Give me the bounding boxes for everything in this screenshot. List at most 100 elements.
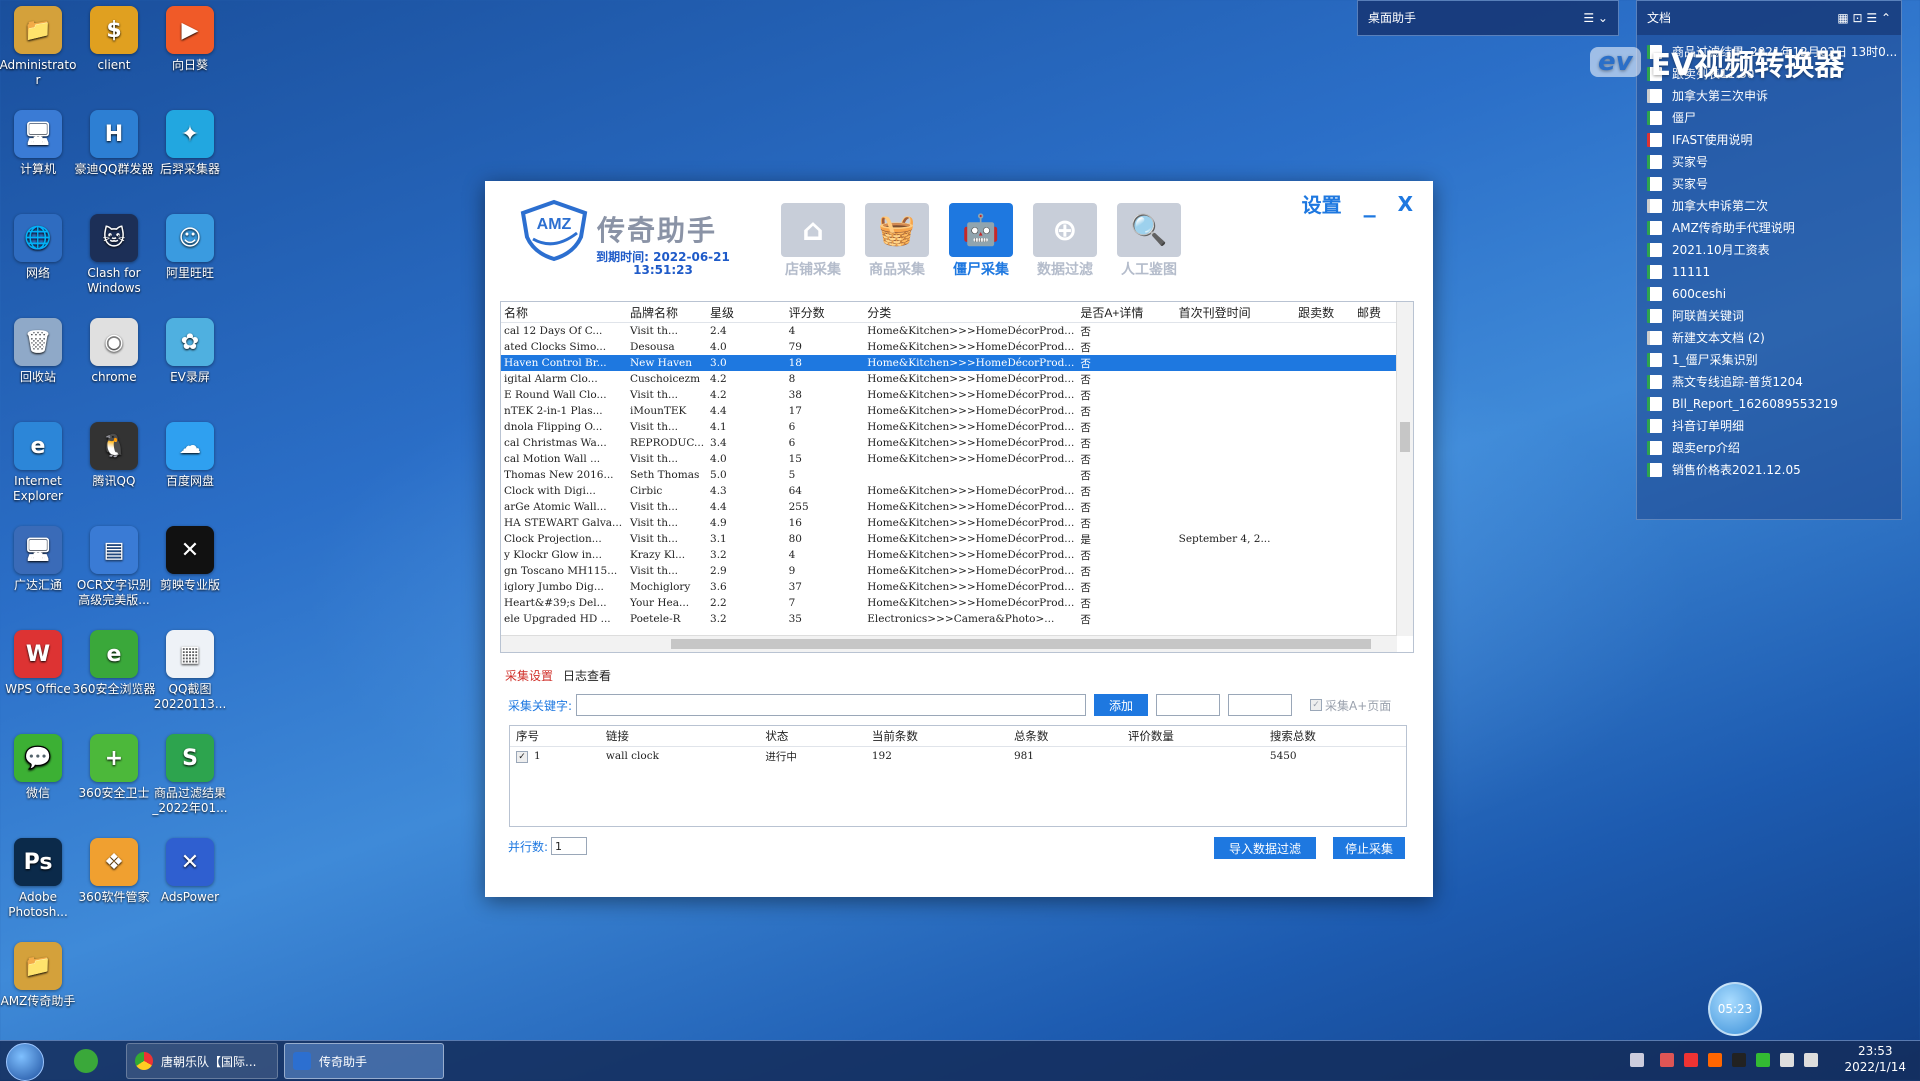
- extra-input-1[interactable]: [1156, 694, 1221, 716]
- recorder-timer[interactable]: 05:23: [1708, 982, 1762, 1036]
- add-button[interactable]: 添加: [1094, 694, 1149, 716]
- desktop-icon[interactable]: ▦ QQ截图20220113...: [148, 630, 232, 712]
- qq-tray-icon[interactable]: [1732, 1053, 1746, 1067]
- nav-basket[interactable]: 🧺 商品采集: [855, 203, 939, 279]
- aplus-option[interactable]: ✓ 采集A+页面: [1310, 697, 1391, 714]
- table-row[interactable]: cal Christmas Wa... REPRODUC... 3.4 6 Home&K…: [501, 435, 1413, 451]
- table-row[interactable]: E Round Wall Clo... Visit th... 4.2 38 Home&…: [501, 387, 1413, 403]
- keyboard-icon[interactable]: [1630, 1053, 1644, 1067]
- row-checkbox[interactable]: ✓: [516, 750, 528, 763]
- doc-list-item[interactable]: 加拿大第三次申诉: [1647, 85, 1901, 107]
- doc-list-item[interactable]: 抖音订单明细: [1647, 415, 1901, 437]
- doc-list-item[interactable]: 11111: [1647, 261, 1901, 283]
- desktop-icon[interactable]: 🌐 网络: [0, 214, 80, 281]
- clock[interactable]: 23:53 2022/1/14: [1844, 1043, 1906, 1075]
- desktop-icon[interactable]: 🐧 腾讯QQ: [72, 422, 156, 489]
- table-row[interactable]: ele Upgraded HD ... Poetele-R 3.2 35 Electro…: [501, 611, 1413, 627]
- scroll-thumb[interactable]: [1400, 422, 1410, 452]
- grid-vertical-scrollbar[interactable]: [1396, 302, 1413, 636]
- results-grid[interactable]: 名称 品牌名称 星级 评分数 分类 是否A+详情 首次刊登时间 跟卖数 邮费 cal 12 Da…: [500, 301, 1414, 653]
- column-header[interactable]: 是否A+详情: [1077, 302, 1176, 323]
- volume-icon[interactable]: [1804, 1053, 1818, 1067]
- desktop-icon[interactable]: ◉ chrome: [72, 318, 156, 385]
- column-header[interactable]: 首次刊登时间: [1175, 302, 1296, 323]
- table-row[interactable]: igital Alarm Clo... Cuschoicezm 4.2 8 Home&K…: [501, 371, 1413, 387]
- table-row[interactable]: arGe Atomic Wall... Visit th... 4.4 255 Home…: [501, 499, 1413, 515]
- import-filter-button[interactable]: 导入数据过滤: [1214, 837, 1316, 859]
- scroll-thumb[interactable]: [671, 639, 1371, 649]
- desktop-icon[interactable]: e 360安全浏览器: [72, 630, 156, 697]
- tab-0[interactable]: 采集设置: [505, 665, 553, 686]
- desktop-icon[interactable]: S 商品过滤结果_2022年01...: [148, 734, 232, 816]
- table-row[interactable]: Haven Control Br... New Haven 3.0 18 Home&Ki…: [501, 355, 1413, 371]
- desktop-icon[interactable]: 🖥 计算机: [0, 110, 80, 177]
- doc-list-item[interactable]: AMZ传奇助手代理说明: [1647, 217, 1901, 239]
- wps-tray-icon[interactable]: [1684, 1053, 1698, 1067]
- desk-helper-panel[interactable]: 桌面助手 ☰ ⌄: [1357, 0, 1619, 36]
- desktop-icon[interactable]: ▶ 向日葵: [148, 6, 232, 73]
- wechat-tray-icon[interactable]: [1756, 1053, 1770, 1067]
- table-row[interactable]: iglory Jumbo Dig... Mochiglory 3.6 37 Home&K…: [501, 579, 1413, 595]
- menu-icon[interactable]: ☰ ⌄: [1583, 1, 1608, 35]
- keyword-input[interactable]: [576, 694, 1087, 716]
- desktop-icon[interactable]: $ client: [72, 6, 156, 73]
- grid-horizontal-scrollbar[interactable]: [501, 635, 1397, 652]
- desktop-icon[interactable]: 🐱 Clash for Windows: [72, 214, 156, 296]
- table-row[interactable]: Clock with Digi... Cirbic 4.3 64 Home&Kitche…: [501, 483, 1413, 499]
- doc-list-item[interactable]: 600ceshi: [1647, 283, 1901, 305]
- table-row[interactable]: y Klockr Glow in... Krazy Kl... 3.2 4 Home&K…: [501, 547, 1413, 563]
- desktop-icon[interactable]: ✕ 剪映专业版: [148, 526, 232, 593]
- network-tray-icon[interactable]: [1780, 1053, 1794, 1067]
- table-row[interactable]: ✓ 1 wall clock 进行中 192 981 5450: [510, 747, 1406, 766]
- doc-list-item[interactable]: Bll_Report_1626089553219: [1647, 393, 1901, 415]
- table-row[interactable]: cal Motion Wall ... Visit th... 4.0 15 Home&…: [501, 451, 1413, 467]
- table-row[interactable]: Heart&#39;s Del... Your Hea... 2.2 7 Home&Ki…: [501, 595, 1413, 611]
- doc-list-item[interactable]: IFAST使用说明: [1647, 129, 1901, 151]
- aplus-checkbox[interactable]: ✓: [1310, 699, 1323, 711]
- column-header[interactable]: 品牌名称: [626, 302, 708, 323]
- doc-list-item[interactable]: 加拿大申诉第二次: [1647, 195, 1901, 217]
- close-button[interactable]: X: [1398, 192, 1413, 216]
- desktop-icon[interactable]: 📁 AMZ传奇助手: [0, 942, 80, 1009]
- nav-robot[interactable]: 🤖 僵尸采集: [939, 203, 1023, 279]
- start-button[interactable]: [6, 1043, 44, 1081]
- table-row[interactable]: gn Toscano MH115... Visit th... 2.9 9 Home&K…: [501, 563, 1413, 579]
- desktop-icon[interactable]: 💬 微信: [0, 734, 80, 801]
- column-header[interactable]: 星级: [707, 302, 786, 323]
- table-row[interactable]: Thomas New 2016... Seth Thomas 5.0 5 否: [501, 467, 1413, 483]
- column-header[interactable]: 跟卖数: [1295, 302, 1354, 323]
- column-header[interactable]: 分类: [864, 302, 1078, 323]
- doc-list-item[interactable]: 1_僵尸采集识别: [1647, 349, 1901, 371]
- desktop-icon[interactable]: e Internet Explorer: [0, 422, 80, 504]
- doc-list-item[interactable]: 销售价格表2021.12.05: [1647, 459, 1901, 481]
- doc-list-item[interactable]: 买家号: [1647, 173, 1901, 195]
- extra-input-2[interactable]: [1228, 694, 1293, 716]
- taskbar-item-chrome[interactable]: 唐朝乐队【国际...: [126, 1043, 278, 1079]
- table-row[interactable]: HA STEWART Galva... Visit th... 4.9 16 Home&…: [501, 515, 1413, 531]
- table-row[interactable]: dnola Flipping O... Visit th... 4.1 6 Home&K…: [501, 419, 1413, 435]
- desktop-icon[interactable]: ▤ OCR文字识别高级完美版...: [72, 526, 156, 608]
- table-row[interactable]: cal 12 Days Of C... Visit th... 2.4 4 Home&K…: [501, 323, 1413, 340]
- concurrency-input[interactable]: 1: [551, 837, 588, 855]
- desktop-icon[interactable]: ☁ 百度网盘: [148, 422, 232, 489]
- doc-list-item[interactable]: 2021.10月工资表: [1647, 239, 1901, 261]
- desktop-icon[interactable]: Ps Adobe Photosh...: [0, 838, 80, 920]
- desktop-icon[interactable]: W WPS Office: [0, 630, 80, 697]
- minimize-button[interactable]: _: [1364, 190, 1376, 218]
- table-row[interactable]: nTEK 2-in-1 Plas... iMounTEK 4.4 17 Home&Kit…: [501, 403, 1413, 419]
- desktop-icon[interactable]: ✕ AdsPower: [148, 838, 232, 905]
- sunflower-tray-icon[interactable]: [1708, 1053, 1722, 1067]
- table-row[interactable]: ated Clocks Simo... Desousa 4.0 79 Home&Kitc…: [501, 339, 1413, 355]
- desktop-icon[interactable]: ✿ EV录屏: [148, 318, 232, 385]
- settings-button[interactable]: 设置: [1302, 189, 1342, 218]
- desktop-icon[interactable]: ✦ 后羿采集器: [148, 110, 232, 177]
- doc-list-item[interactable]: 燕文专线追踪-普货1204: [1647, 371, 1901, 393]
- desktop-icon[interactable]: H 豪迪QQ群发器: [72, 110, 156, 177]
- taskbar-item-app[interactable]: 传奇助手: [284, 1043, 444, 1079]
- nav-target[interactable]: ⊕ 数据过滤: [1023, 203, 1107, 279]
- nav-shop[interactable]: ⌂ 店铺采集: [771, 203, 855, 279]
- desktop-icon[interactable]: ❖ 360软件管家: [72, 838, 156, 905]
- doc-list-item[interactable]: 新建文本文档 (2): [1647, 327, 1901, 349]
- desktop-icon[interactable]: +360安全卫士: [72, 734, 156, 801]
- nav-magnifier[interactable]: 🔍 人工鉴图: [1107, 203, 1191, 279]
